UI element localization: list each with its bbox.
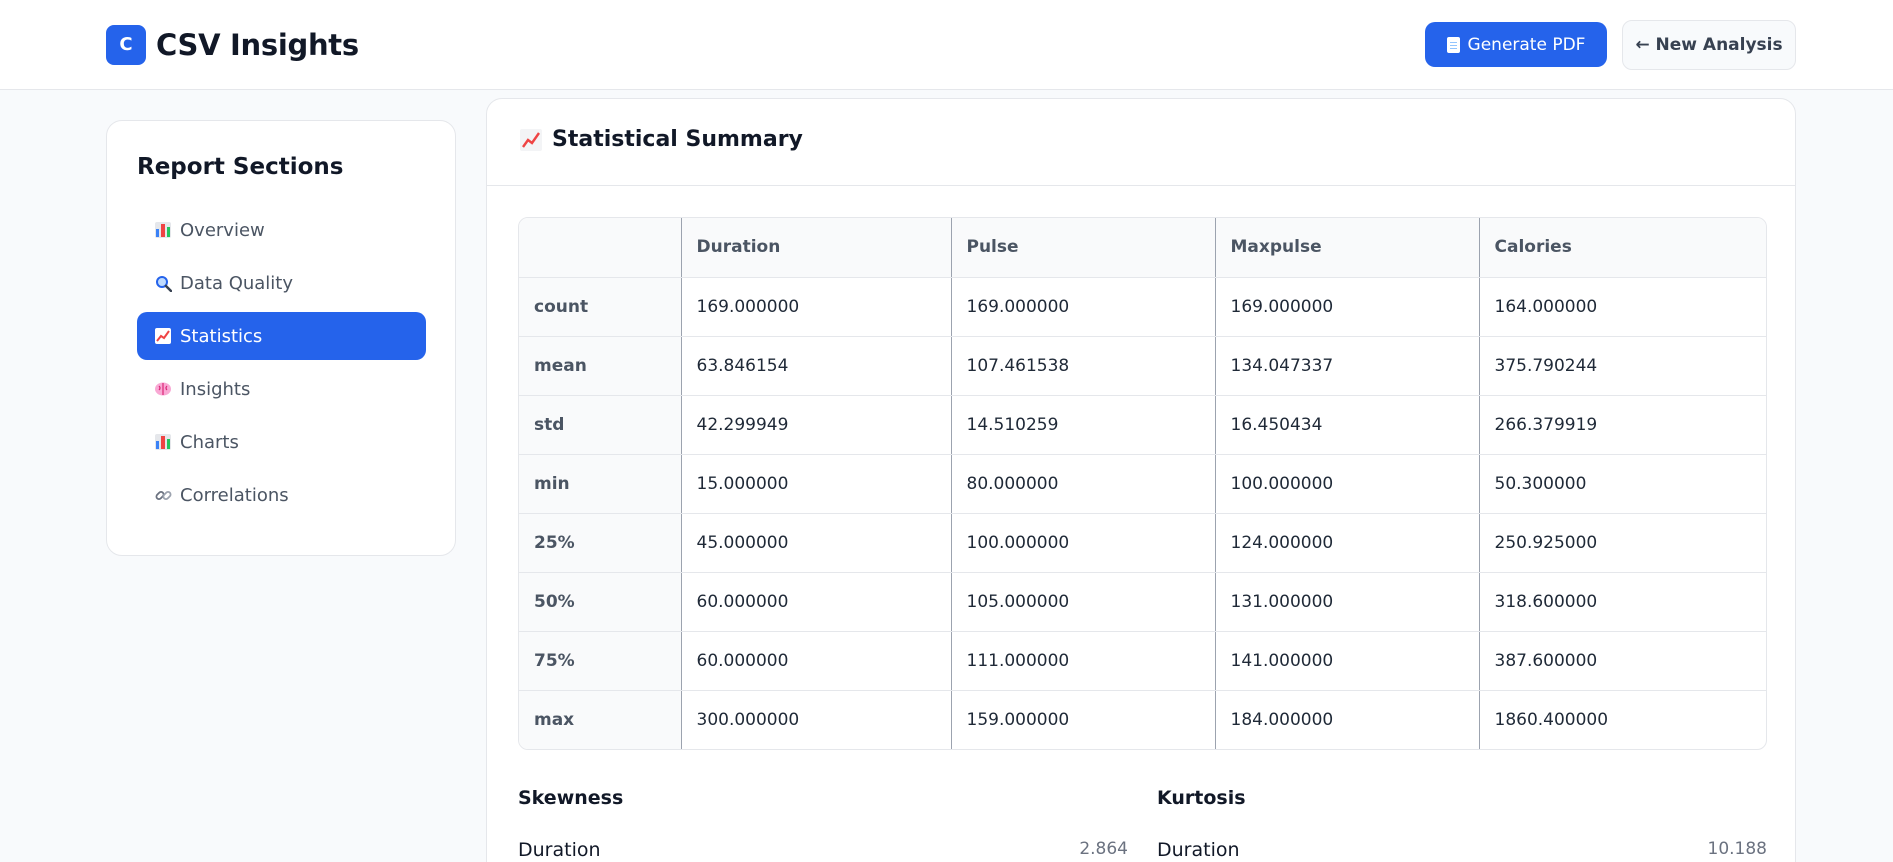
row-label: max bbox=[519, 690, 682, 749]
generate-pdf-label: Generate PDF bbox=[1467, 34, 1586, 55]
table-cell: 100.000000 bbox=[1215, 454, 1480, 514]
generate-pdf-button[interactable]: Generate PDF bbox=[1425, 22, 1607, 67]
table-cell: 184.000000 bbox=[1215, 690, 1480, 749]
sidebar-item-charts[interactable]: Charts bbox=[137, 418, 426, 466]
table-cell: 131.000000 bbox=[1215, 572, 1480, 632]
column-header: Maxpulse bbox=[1215, 218, 1480, 278]
table-cell: 169.000000 bbox=[1215, 277, 1480, 337]
document-icon bbox=[1446, 36, 1460, 53]
kurtosis-title: Kurtosis bbox=[1157, 787, 1246, 809]
table-cell: 169.000000 bbox=[951, 277, 1216, 337]
table-row: 75% 60.000000 111.000000 141.000000 387.… bbox=[519, 631, 1766, 691]
table-cell: 169.000000 bbox=[681, 277, 952, 337]
table-cell: 318.600000 bbox=[1479, 572, 1766, 632]
top-bar: C CSV Insights Generate PDF ← New Analys… bbox=[0, 0, 1893, 90]
table-cell: 60.000000 bbox=[681, 631, 952, 691]
table-cell: 266.379919 bbox=[1479, 395, 1766, 455]
sidebar-item-data-quality[interactable]: Data Quality bbox=[137, 259, 426, 307]
panel-header: Statistical Summary bbox=[487, 99, 1795, 186]
table-cell: 134.047337 bbox=[1215, 336, 1480, 396]
stat-name: Duration bbox=[518, 839, 601, 861]
column-header bbox=[519, 218, 682, 278]
sidebar-title: Report Sections bbox=[137, 154, 344, 180]
table-cell: 107.461538 bbox=[951, 336, 1216, 396]
panel-title-text: Statistical Summary bbox=[552, 127, 803, 152]
table-cell: 63.846154 bbox=[681, 336, 952, 396]
sidebar-item-label: Statistics bbox=[180, 325, 263, 347]
statistics-panel: Statistical Summary Duration Pulse Maxpu… bbox=[486, 98, 1796, 862]
stat-name: Duration bbox=[1157, 839, 1240, 861]
row-label: std bbox=[519, 395, 682, 455]
magnifier-icon bbox=[154, 274, 172, 292]
bar-chart-icon bbox=[154, 221, 172, 239]
logo-icon: C bbox=[106, 25, 146, 65]
table-cell: 1860.400000 bbox=[1494, 709, 1609, 730]
panel-title: Statistical Summary bbox=[520, 127, 803, 152]
sidebar-item-label: Overview bbox=[180, 219, 265, 241]
sidebar-item-insights[interactable]: Insights bbox=[137, 365, 426, 413]
sidebar-item-correlations[interactable]: Correlations bbox=[137, 471, 426, 519]
bar-chart-icon bbox=[154, 433, 172, 451]
table-cell: 164.000000 bbox=[1479, 277, 1766, 337]
brain-icon bbox=[154, 380, 172, 398]
skewness-title: Skewness bbox=[518, 787, 624, 809]
table-row: count 169.000000 169.000000 169.000000 1… bbox=[519, 277, 1766, 337]
table-cell: 141.000000 bbox=[1215, 631, 1480, 691]
stat-value: 2.864 bbox=[1079, 839, 1128, 859]
table-cell: 159.000000 bbox=[951, 690, 1216, 749]
table-cell: 42.299949 bbox=[681, 395, 952, 455]
column-header: Calories bbox=[1479, 218, 1766, 278]
table-cell: 100.000000 bbox=[951, 513, 1216, 573]
table-row: 50% 60.000000 105.000000 131.000000 318.… bbox=[519, 572, 1766, 632]
row-label: mean bbox=[519, 336, 682, 396]
row-label: 25% bbox=[519, 513, 682, 573]
row-label: 75% bbox=[519, 631, 682, 691]
sidebar: Report Sections Overview Data Quality St… bbox=[106, 120, 456, 556]
table-cell: 14.510259 bbox=[951, 395, 1216, 455]
sidebar-item-label: Charts bbox=[180, 431, 239, 453]
table-cell: 16.450434 bbox=[1215, 395, 1480, 455]
row-label: 50% bbox=[519, 572, 682, 632]
new-analysis-button[interactable]: ← New Analysis bbox=[1622, 20, 1796, 70]
sidebar-item-label: Correlations bbox=[180, 484, 289, 506]
table-row: std 42.299949 14.510259 16.450434 266.37… bbox=[519, 395, 1766, 455]
column-header: Duration bbox=[681, 218, 952, 278]
kurtosis-section: Kurtosis Duration 10.188 bbox=[1157, 787, 1767, 861]
table-cell: 80.000000 bbox=[951, 454, 1216, 514]
table-cell: 111.000000 bbox=[951, 631, 1216, 691]
column-header: Pulse bbox=[951, 218, 1216, 278]
table-cell: 124.000000 bbox=[1215, 513, 1480, 573]
table-cell: 60.000000 bbox=[681, 572, 952, 632]
table-cell: 15.000000 bbox=[681, 454, 952, 514]
table-cell: 45.000000 bbox=[681, 513, 952, 573]
skewness-section: Skewness Duration 2.864 bbox=[518, 787, 1128, 861]
sidebar-item-label: Data Quality bbox=[180, 272, 294, 294]
kurtosis-row: Duration 10.188 bbox=[1157, 839, 1767, 861]
table-cell: 50.300000 bbox=[1479, 454, 1766, 514]
table-row: min 15.000000 80.000000 100.000000 50.30… bbox=[519, 454, 1766, 514]
stat-value: 10.188 bbox=[1707, 839, 1767, 859]
link-icon bbox=[154, 486, 172, 504]
summary-table: Duration Pulse Maxpulse Calories count 1… bbox=[518, 217, 1767, 750]
skewness-row: Duration 2.864 bbox=[518, 839, 1128, 861]
table-row: max 300.000000 159.000000 184.000000 186… bbox=[519, 690, 1766, 749]
sidebar-item-overview[interactable]: Overview bbox=[137, 206, 426, 254]
table-cell: 375.790244 bbox=[1479, 336, 1766, 396]
table-row: 25% 45.000000 100.000000 124.000000 250.… bbox=[519, 513, 1766, 573]
row-label: min bbox=[519, 454, 682, 514]
row-label: count bbox=[519, 277, 682, 337]
table-cell: 300.000000 bbox=[681, 690, 952, 749]
table-cell: 105.000000 bbox=[951, 572, 1216, 632]
trend-chart-icon bbox=[520, 128, 542, 151]
app-title: CSV Insights bbox=[156, 28, 359, 62]
trend-chart-icon bbox=[154, 327, 172, 345]
table-cell: 387.600000 bbox=[1479, 631, 1766, 691]
table-row: mean 63.846154 107.461538 134.047337 375… bbox=[519, 336, 1766, 396]
table-header-row: Duration Pulse Maxpulse Calories bbox=[519, 218, 1766, 278]
sidebar-item-statistics[interactable]: Statistics bbox=[137, 312, 426, 360]
table-cell: 250.925000 bbox=[1479, 513, 1766, 573]
sidebar-item-label: Insights bbox=[180, 378, 251, 400]
